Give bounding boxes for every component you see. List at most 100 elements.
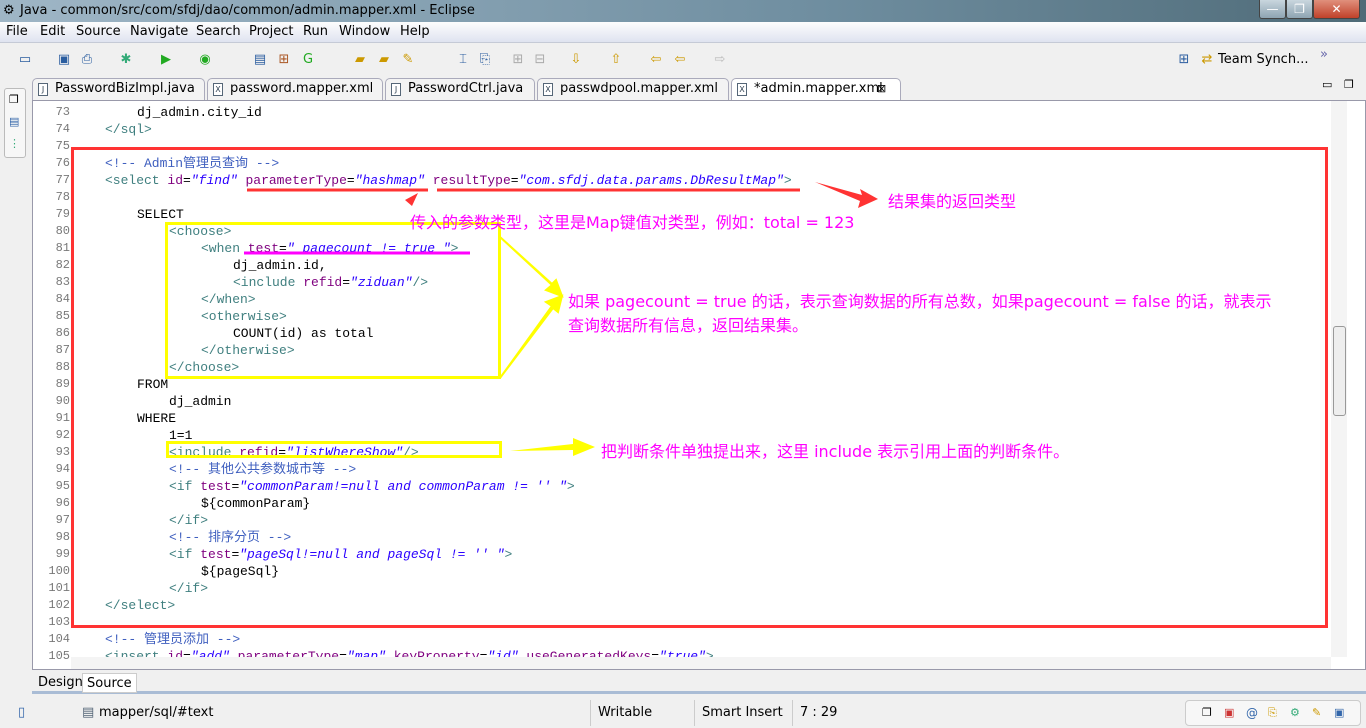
tab-passwdpool-mapper[interactable]: Xpasswdpool.mapper.xml <box>537 78 729 100</box>
code-token-val: "com.sfdj.data.params.DbResultMap" <box>518 173 784 188</box>
minimize-button[interactable]: — <box>1259 0 1286 19</box>
close-tab-icon[interactable]: ⊠ <box>877 79 886 99</box>
code-token-val: "listWhereShow" <box>286 445 404 460</box>
forward-icon[interactable]: ⇨ <box>712 52 728 68</box>
package-explorer-icon[interactable]: ▤ <box>9 115 19 128</box>
problems-icon[interactable]: ▣ <box>1224 706 1234 719</box>
code-token-tag: > <box>566 479 575 494</box>
javadoc-icon[interactable]: @ <box>1246 706 1258 720</box>
team-sync-icon[interactable]: ⇄ <box>1199 52 1215 68</box>
code-token-tag: </if> <box>169 513 209 528</box>
line-number: 92 <box>55 428 70 442</box>
code-line: </when> <box>201 291 256 308</box>
declaration-icon[interactable]: ⎘ <box>1268 706 1277 720</box>
line-number: 97 <box>55 513 70 527</box>
tab-source[interactable]: Source <box>82 673 137 693</box>
toggle-mark-icon[interactable]: ⎘ <box>477 52 493 68</box>
minimized-views-bar: ❐ ▤ ⋮ <box>4 88 26 158</box>
perspective-team-synch[interactable]: Team Synch... <box>1218 52 1308 67</box>
console-icon[interactable]: ▣ <box>1334 706 1344 719</box>
print-icon[interactable]: ⎙ <box>79 52 95 68</box>
line-number: 103 <box>48 615 70 629</box>
minimize-editor-icon[interactable]: ▭ <box>1322 78 1332 91</box>
vertical-scroll-thumb[interactable] <box>1333 326 1346 416</box>
close-button[interactable]: ✕ <box>1313 0 1360 19</box>
menu-edit[interactable]: Edit <box>40 24 65 39</box>
code-token-txt: ${pageSql} <box>201 564 280 579</box>
expand-icon[interactable]: ⊞ <box>510 52 526 68</box>
save-icon[interactable]: ▣ <box>56 52 72 68</box>
menu-project[interactable]: Project <box>249 24 293 39</box>
tab-admin-mapper[interactable]: X *admin.mapper.xml ⊠ <box>731 78 901 100</box>
code-token-val: " pagecount != true " <box>286 241 451 256</box>
line-number: 101 <box>48 581 70 595</box>
open-perspective-icon[interactable]: ⊞ <box>1176 52 1192 68</box>
xml-source-editor[interactable]: 73 74 75 76 77 78 79 80 81 82 83 84 85 86 87 88 89 90 91 92… <box>32 100 1366 670</box>
new-type-icon[interactable]: G <box>300 52 316 68</box>
code-token-txt: SELECT <box>137 207 184 222</box>
restore-icon[interactable]: ❐ <box>1202 706 1212 719</box>
line-number: 79 <box>55 207 70 221</box>
new-class-icon[interactable]: ⊞ <box>276 52 292 68</box>
line-number: 90 <box>55 394 70 408</box>
code-line: <when test=" pagecount != true "> <box>201 240 458 257</box>
code-line: </if> <box>169 580 208 597</box>
run-icon[interactable]: ▶ <box>158 52 174 68</box>
code-line: <choose> <box>169 223 231 240</box>
next-annotation-icon[interactable]: ⇩ <box>568 52 584 68</box>
restore-view-icon[interactable]: ❐ <box>9 93 19 106</box>
hierarchy-icon[interactable]: ⋮ <box>9 137 20 150</box>
search-icon[interactable]: ✎ <box>400 52 416 68</box>
line-number: 85 <box>55 309 70 323</box>
tab-passwordbizimpl[interactable]: J PasswordBizImpl.java <box>32 78 205 100</box>
code-token-txt: dj_admin.id, <box>233 258 327 273</box>
tab-label: PasswordBizImpl.java <box>55 81 195 96</box>
new-icon[interactable]: ▭ <box>17 52 33 68</box>
open-type-icon[interactable]: ▰ <box>352 52 368 68</box>
collapse-icon[interactable]: ⊟ <box>532 52 548 68</box>
annotation-icon[interactable]: ⌶ <box>455 52 471 68</box>
tab-design[interactable]: Design <box>34 673 87 693</box>
menu-navigate[interactable]: Navigate <box>130 24 188 39</box>
code-line: <if test="commonParam!=null and commonPa… <box>169 478 575 495</box>
new-package-icon[interactable]: ▤ <box>252 52 268 68</box>
code-token-txt: ${commonParam} <box>201 496 311 511</box>
line-number: 88 <box>55 360 70 374</box>
menu-file[interactable]: File <box>6 24 28 39</box>
code-line: <include refid="ziduan"/> <box>233 274 428 291</box>
menu-help[interactable]: Help <box>400 24 430 39</box>
tasks-icon[interactable]: ⚙ <box>1290 706 1300 719</box>
annotation-result-type: 结果集的返回类型 <box>888 192 1017 211</box>
external-tools-icon[interactable]: ◉ <box>197 52 213 68</box>
debug-icon[interactable]: ✱ <box>118 52 134 68</box>
line-number: 87 <box>55 343 70 357</box>
prev-annotation-icon[interactable]: ⇧ <box>608 52 624 68</box>
search-view-icon[interactable]: ✎ <box>1312 706 1321 719</box>
file-icon: ▤ <box>82 705 95 720</box>
code-line: </sql> <box>105 121 152 138</box>
back-icon[interactable]: ⇦ <box>672 52 688 68</box>
menu-run[interactable]: Run <box>303 24 328 39</box>
menu-source[interactable]: Source <box>76 24 121 39</box>
last-edit-icon[interactable]: ⇦ <box>648 52 664 68</box>
status-writable: Writable <box>598 705 653 720</box>
tab-passwordctrl[interactable]: J PasswordCtrl.java <box>385 78 535 100</box>
code-line: ${pageSql} <box>201 563 279 580</box>
code-line: <!-- 排序分页 --> <box>169 529 291 546</box>
editor-mode-tabs: Design Source <box>32 672 1366 694</box>
tab-password-mapper[interactable]: Xpassword.mapper.xml <box>207 78 383 100</box>
code-token-tag: > <box>504 547 513 562</box>
maximize-editor-icon[interactable]: ❐ <box>1344 78 1354 91</box>
fast-view-icon[interactable]: ▯ <box>18 705 25 720</box>
divider <box>792 700 793 726</box>
open-resource-icon[interactable]: ▰ <box>376 52 392 68</box>
menu-search[interactable]: Search <box>196 24 241 39</box>
code-token-txt: dj_admin <box>169 394 232 409</box>
menu-window[interactable]: Window <box>339 24 390 39</box>
code-line: FROM <box>137 376 168 393</box>
horizontal-scrollbar[interactable] <box>71 657 1331 669</box>
code-token-att: parameterType <box>245 173 347 188</box>
more-perspectives-button[interactable]: » <box>1320 47 1328 62</box>
restore-button[interactable]: ❐ <box>1286 0 1313 19</box>
